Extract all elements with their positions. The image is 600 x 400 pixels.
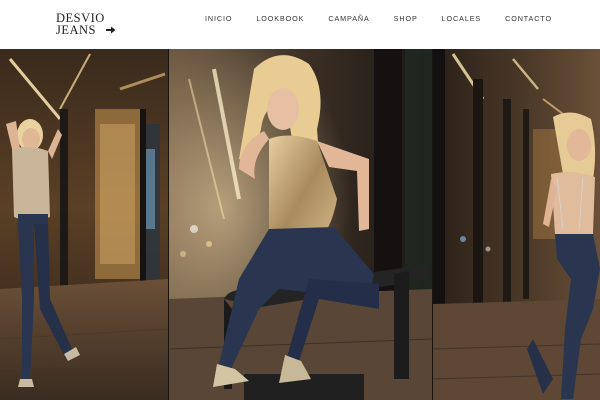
main-nav: INICIO LOOKBOOK CAMPAÑA SHOP LOCALES CON… bbox=[205, 14, 552, 24]
nav-item-lookbook[interactable]: LOOKBOOK bbox=[256, 14, 304, 24]
photo-right-image bbox=[433, 49, 600, 400]
nav-item-inicio[interactable]: INICIO bbox=[205, 14, 232, 24]
photo-center-image bbox=[169, 49, 432, 400]
site-header: DESVIO JEANS INICIO LOOKBOOK CAMPAÑA SHO… bbox=[0, 0, 600, 49]
nav-item-shop[interactable]: SHOP bbox=[394, 14, 418, 24]
nav-item-campana[interactable]: CAMPAÑA bbox=[328, 14, 369, 24]
brand-logo[interactable]: DESVIO JEANS bbox=[56, 12, 120, 38]
arrow-right-icon bbox=[106, 26, 116, 34]
nav-item-locales[interactable]: LOCALES bbox=[442, 14, 481, 24]
gallery-photo-left[interactable] bbox=[0, 49, 168, 400]
nav-item-contacto[interactable]: CONTACTO bbox=[505, 14, 552, 24]
photo-gallery bbox=[0, 49, 600, 400]
gallery-photo-right[interactable] bbox=[433, 49, 600, 400]
gallery-photo-center[interactable] bbox=[169, 49, 432, 400]
photo-left-image bbox=[0, 49, 168, 400]
